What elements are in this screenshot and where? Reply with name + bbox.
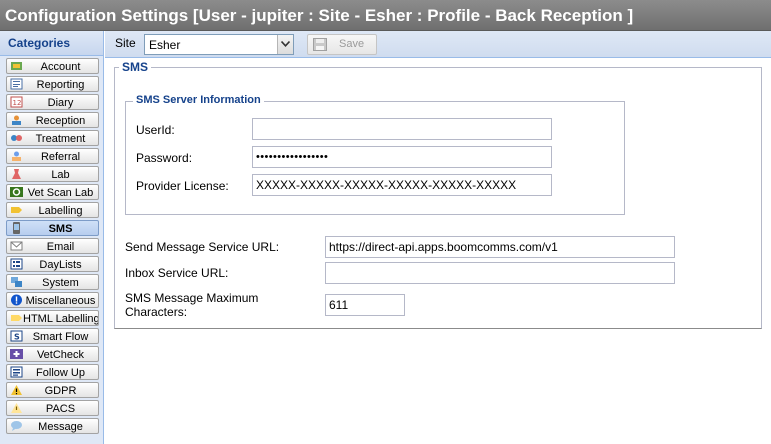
sidebar-item-follow-up[interactable]: Follow Up [6, 364, 99, 380]
message-icon [11, 421, 22, 431]
sidebar-item-smart-flow[interactable]: S Smart Flow [6, 328, 99, 344]
svg-text:S: S [14, 333, 20, 342]
chevron-down-icon [281, 41, 290, 47]
sidebar-item-referral[interactable]: Referral [6, 148, 99, 164]
categories-sidebar: Categories Account Reporting 12 Diary Re… [0, 31, 104, 444]
sidebar-item-message[interactable]: Message [6, 418, 99, 434]
labelling-icon [11, 207, 22, 213]
site-label: Site [115, 36, 136, 50]
provider-license-field[interactable]: XXXXX-XXXXX-XXXXX-XXXXX-XXXXX-XXXXX [252, 174, 552, 196]
max-chars-label-line2: Characters: [125, 305, 188, 319]
gdpr-icon [11, 385, 22, 395]
sidebar-item-sms[interactable]: SMS [6, 220, 99, 236]
sidebar-item-miscellaneous[interactable]: Miscellaneous [6, 292, 99, 308]
reception-icon [12, 115, 21, 125]
system-icon [11, 277, 22, 287]
sms-server-info-legend: SMS Server Information [133, 94, 264, 106]
categories-header: Categories [0, 31, 103, 56]
site-select-value: Esher [149, 38, 181, 52]
password-field[interactable]: ••••••••••••••••• [252, 146, 552, 168]
pacs-icon [11, 403, 22, 413]
referral-icon [12, 151, 21, 161]
sidebar-item-reception[interactable]: Reception [6, 112, 99, 128]
send-url-field[interactable]: https://direct-api.apps.boomcomms.com/v1 [325, 236, 675, 258]
sidebar-item-treatment[interactable]: Treatment [6, 130, 99, 146]
smart-flow-icon: S [10, 330, 23, 342]
sms-icon [13, 222, 20, 234]
max-chars-label-line1: SMS Message Maximum [125, 291, 259, 305]
sidebar-item-daylists[interactable]: DayLists [6, 256, 99, 272]
save-button[interactable]: Save [307, 34, 377, 55]
miscellaneous-icon [11, 294, 22, 306]
userid-label: UserId: [136, 123, 175, 137]
sidebar-item-html-labelling[interactable]: HTML Labelling [6, 310, 99, 326]
categories-list: Account Reporting 12 Diary Reception Tre… [0, 56, 103, 434]
sms-server-info-fieldset: SMS Server Information UserId: Password:… [125, 94, 625, 215]
reporting-icon [10, 78, 23, 90]
sidebar-item-system[interactable]: System [6, 274, 99, 290]
provider-license-label: Provider License: [136, 179, 229, 193]
treatment-icon [11, 135, 22, 141]
sidebar-item-reporting[interactable]: Reporting [6, 76, 99, 92]
account-icon [11, 62, 22, 70]
send-url-label: Send Message Service URL: [125, 240, 280, 254]
site-select[interactable]: Esher [144, 34, 294, 55]
sidebar-item-vetcheck[interactable]: VetCheck [6, 346, 99, 362]
html-labelling-icon [11, 315, 22, 321]
sidebar-item-lab[interactable]: Lab [6, 166, 99, 182]
sidebar-item-labelling[interactable]: Labelling [6, 202, 99, 218]
window-title: Configuration Settings [User - jupiter :… [0, 0, 771, 31]
sidebar-item-vet-scan-lab[interactable]: Vet Scan Lab [6, 184, 99, 200]
inbox-url-label: Inbox Service URL: [125, 266, 229, 280]
sidebar-item-account[interactable]: Account [6, 58, 99, 74]
site-select-trigger[interactable] [277, 35, 293, 54]
save-button-label: Save [339, 38, 365, 50]
email-icon [10, 241, 23, 251]
max-chars-field[interactable]: 611 [325, 294, 405, 316]
sms-legend: SMS [119, 60, 152, 74]
userid-field[interactable] [252, 118, 552, 140]
sidebar-item-pacs[interactable]: PACS [6, 400, 99, 416]
password-label: Password: [136, 151, 193, 165]
lab-icon [12, 169, 21, 179]
sidebar-item-email[interactable]: Email [6, 238, 99, 254]
sms-fieldset: SMS SMS Server Information UserId: Passw… [114, 60, 762, 329]
vetcheck-icon [10, 349, 23, 359]
sidebar-item-gdpr[interactable]: GDPR [6, 382, 99, 398]
sidebar-item-diary[interactable]: 12 Diary [6, 94, 99, 110]
follow-up-icon [10, 366, 23, 378]
diary-icon: 12 [10, 96, 23, 108]
svg-text:12: 12 [13, 99, 22, 107]
vet-scan-lab-icon [10, 187, 23, 197]
save-icon [313, 38, 327, 51]
toolbar: Site Esher Save [105, 31, 771, 58]
content-area: SMS SMS Server Information UserId: Passw… [105, 59, 771, 444]
daylists-icon [10, 258, 23, 270]
inbox-url-field[interactable] [325, 262, 675, 284]
